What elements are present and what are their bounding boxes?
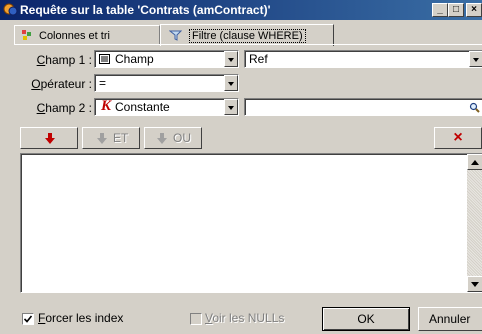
arrow-down-icon bbox=[471, 282, 479, 287]
constant-icon: K bbox=[101, 98, 112, 114]
app-icon bbox=[3, 3, 18, 16]
and-button[interactable]: ET bbox=[82, 127, 140, 149]
filter-panel: Champ 1 : Champ Ref Opérateur : = Champ … bbox=[14, 44, 482, 302]
minimize-button[interactable]: _ bbox=[432, 3, 448, 17]
champ1-label: Champ 1 : bbox=[36, 53, 92, 67]
scroll-down-button[interactable] bbox=[467, 276, 482, 292]
champ1-value-dropdown-button[interactable] bbox=[469, 51, 482, 67]
columns-icon bbox=[22, 30, 31, 40]
where-clause-textarea[interactable] bbox=[20, 153, 482, 293]
tab-filter-where[interactable]: Filtre (clause WHERE) bbox=[160, 24, 334, 46]
operator-select[interactable]: = bbox=[94, 74, 239, 92]
operator-value: = bbox=[99, 76, 107, 90]
ok-button[interactable]: OK bbox=[322, 307, 410, 331]
scroll-up-button[interactable] bbox=[467, 154, 482, 170]
or-button[interactable]: OU bbox=[144, 127, 202, 149]
arrow-up-icon bbox=[471, 160, 479, 165]
checkmark-icon bbox=[24, 315, 32, 323]
champ1-type-value: Champ bbox=[115, 52, 154, 66]
query-dialog: Requête sur la table 'Contrats (amContra… bbox=[0, 0, 482, 334]
champ2-type-select[interactable]: K Constante bbox=[94, 98, 239, 116]
close-window-button[interactable]: × bbox=[466, 3, 482, 17]
show-nulls-label[interactable]: Voir les NULLs bbox=[205, 311, 284, 325]
champ1-type-select[interactable]: Champ bbox=[94, 50, 239, 68]
field-icon bbox=[99, 54, 110, 64]
arrow-down-gray-icon bbox=[157, 133, 167, 144]
show-nulls-checkbox[interactable] bbox=[190, 313, 202, 325]
and-label: ET bbox=[113, 131, 129, 145]
force-index-checkbox[interactable] bbox=[22, 313, 34, 325]
champ2-value-input[interactable] bbox=[244, 98, 482, 116]
champ2-type-dropdown-button[interactable] bbox=[224, 99, 238, 115]
force-index-label[interactable]: Forcer les index bbox=[38, 311, 123, 325]
arrow-down-red-icon bbox=[45, 133, 55, 144]
champ1-type-dropdown-button[interactable] bbox=[224, 51, 238, 67]
window-title: Requête sur la table 'Contrats (amContra… bbox=[20, 3, 271, 17]
champ2-label: Champ 2 : bbox=[36, 101, 92, 115]
tab-columns-label: Colonnes et tri bbox=[39, 30, 110, 42]
operator-label: Opérateur : bbox=[31, 77, 92, 91]
tab-columns-sort[interactable]: Colonnes et tri bbox=[14, 25, 160, 45]
cancel-label: Annuler bbox=[429, 312, 471, 326]
delete-icon: × bbox=[453, 129, 463, 146]
operator-dropdown-button[interactable] bbox=[224, 75, 238, 91]
champ1-value: Ref bbox=[249, 52, 268, 66]
maximize-button[interactable]: □ bbox=[448, 3, 464, 17]
delete-condition-button[interactable]: × bbox=[434, 127, 482, 149]
filter-icon bbox=[168, 30, 183, 41]
champ2-type-value: Constante bbox=[115, 100, 170, 114]
cancel-button[interactable]: Annuler bbox=[418, 307, 482, 331]
insert-condition-button[interactable] bbox=[20, 127, 78, 149]
or-label: OU bbox=[173, 131, 191, 145]
title-bar[interactable]: Requête sur la table 'Contrats (amContra… bbox=[0, 0, 482, 20]
vertical-scrollbar[interactable] bbox=[467, 154, 482, 292]
champ1-value-select[interactable]: Ref bbox=[244, 50, 482, 68]
search-icon[interactable] bbox=[469, 102, 480, 113]
tab-filter-label: Filtre (clause WHERE) bbox=[189, 29, 306, 43]
arrow-down-gray-icon bbox=[97, 133, 107, 144]
ok-label: OK bbox=[357, 312, 375, 326]
